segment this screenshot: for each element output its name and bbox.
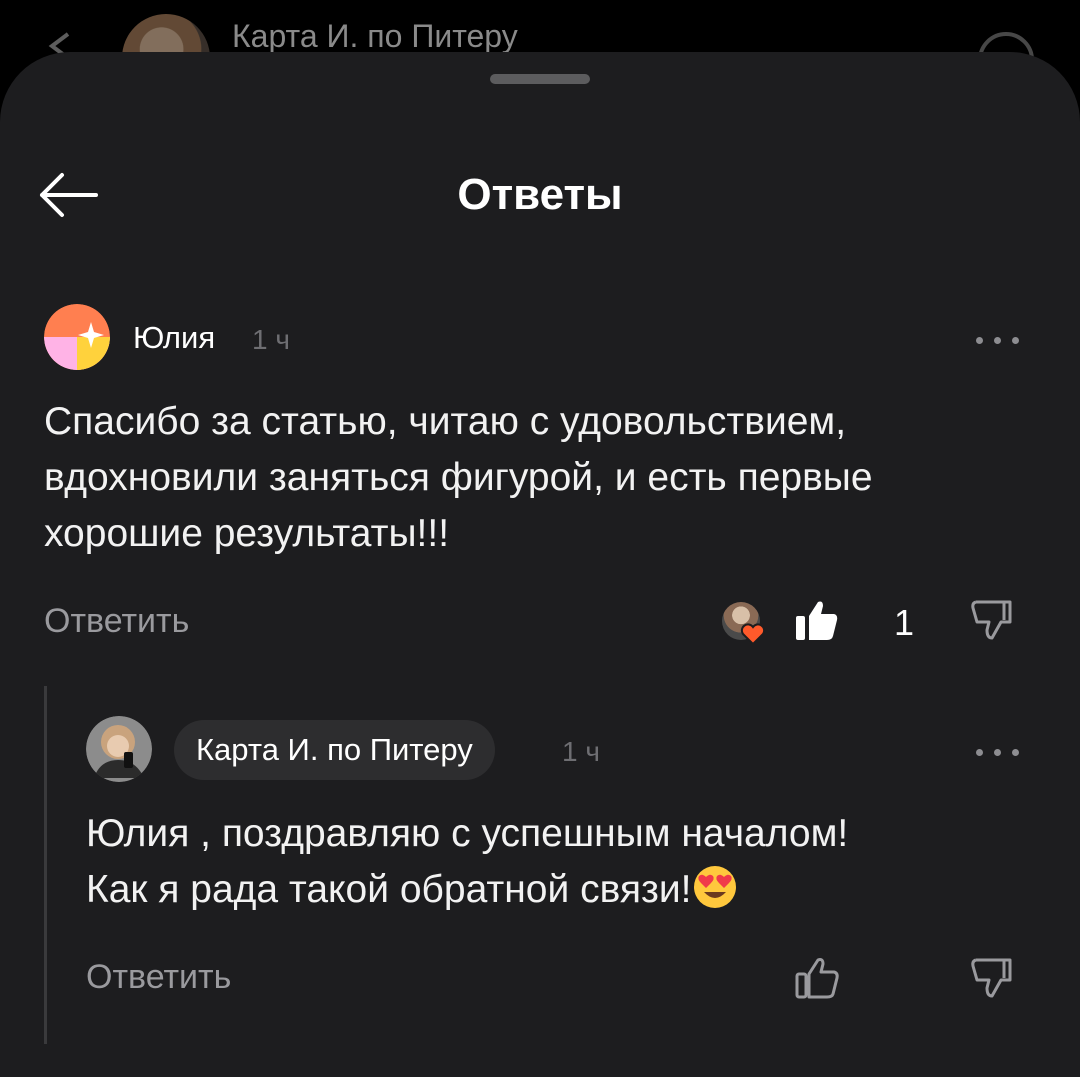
background-header: Карта И. по Питеру [0,0,1080,102]
comment-text: Спасибо за статью, читаю с удовольствием… [44,394,873,562]
page-title: Ответы [457,170,623,219]
comment-text-line: хорошие результаты!!! [44,512,450,555]
like-count: 1 [894,602,915,643]
replies-sheet: Ответы Юлия 1 ч Спасибо за статью, читаю… [0,52,1080,1077]
reply-time: 1 ч [562,736,600,767]
user-avatar-icon [44,304,110,370]
reply-text-line-content: Как я рада такой обратной связи! [86,868,692,911]
reply-button[interactable]: Ответить [44,602,189,641]
thumbs-down-icon[interactable] [970,956,1016,1000]
reply-text-line: Юлия , поздравляю с успешным началом! [86,812,849,855]
reply-author-chip[interactable]: Карта И. по Питеру [174,720,495,780]
thread-line [44,686,47,1044]
reply-text: Юлия , поздравляю с успешным началом! Ка… [86,806,848,918]
comment-text-line: Спасибо за статью, читаю с удовольствием… [44,400,847,443]
avatar[interactable] [44,304,110,370]
comment-time: 1 ч [252,324,290,355]
comment-text-line: вдохновили заняться фигурой, и есть перв… [44,456,873,499]
sheet-grabber[interactable] [490,74,590,84]
reply-text-line: Как я рада такой обратной связи! [86,862,848,918]
heart-eyes-emoji-icon [693,866,736,908]
thumbs-up-icon[interactable] [794,598,840,642]
more-dots-icon[interactable] [974,328,1022,352]
reply-button[interactable]: Ответить [86,958,231,997]
background-title: Карта И. по Питеру [232,18,518,54]
more-dots-icon[interactable] [974,740,1022,764]
heart-icon [740,623,766,646]
thumbs-down-icon[interactable] [970,598,1016,642]
thumbs-up-icon[interactable] [794,956,840,1000]
comment-author[interactable]: Юлия [133,320,215,356]
author-avatar-icon [86,716,152,782]
avatar[interactable] [86,716,152,782]
